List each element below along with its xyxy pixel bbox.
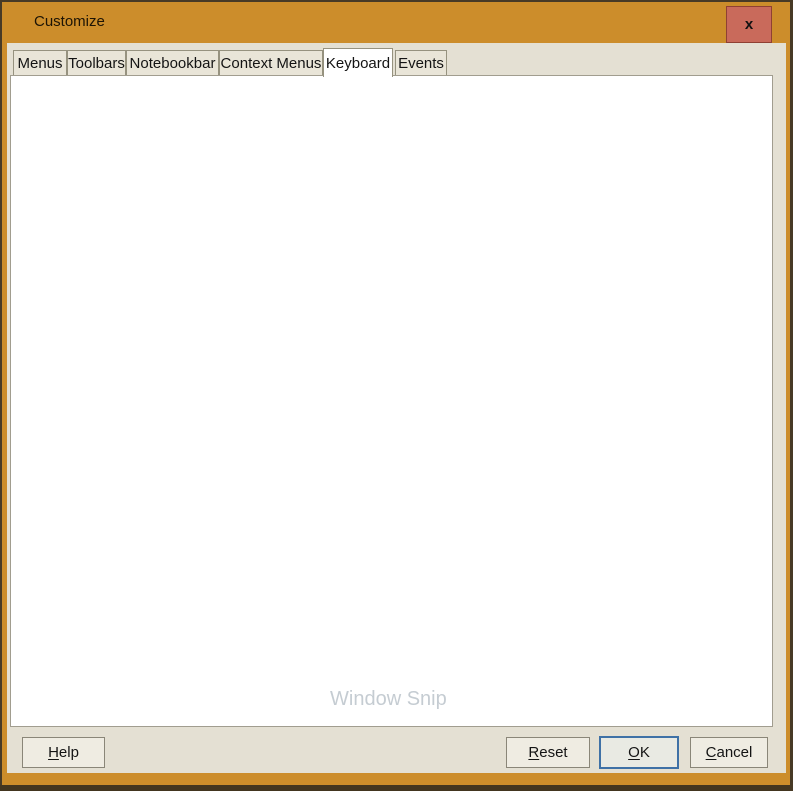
window-edge-bottom xyxy=(0,785,793,791)
help-button[interactable]: Help xyxy=(22,737,105,768)
tab-toolbars[interactable]: Toolbars xyxy=(67,50,126,76)
cancel-button[interactable]: Cancel xyxy=(690,737,768,768)
title-bar[interactable]: Customize x xyxy=(2,2,790,43)
tab-events[interactable]: Events xyxy=(395,50,447,76)
tab-menus[interactable]: Menus xyxy=(13,50,67,76)
reset-button[interactable]: Reset xyxy=(506,737,590,768)
window-title: Customize xyxy=(34,13,105,30)
tab-keyboard[interactable]: Keyboard xyxy=(323,48,393,77)
keyboard-tab-page xyxy=(10,75,773,727)
close-icon: x xyxy=(745,16,753,33)
tab-context-menus[interactable]: Context Menus xyxy=(219,50,323,76)
tab-notebookbar[interactable]: Notebookbar xyxy=(126,50,219,76)
close-button[interactable]: x xyxy=(726,6,772,43)
ok-button[interactable]: OK xyxy=(599,736,679,769)
